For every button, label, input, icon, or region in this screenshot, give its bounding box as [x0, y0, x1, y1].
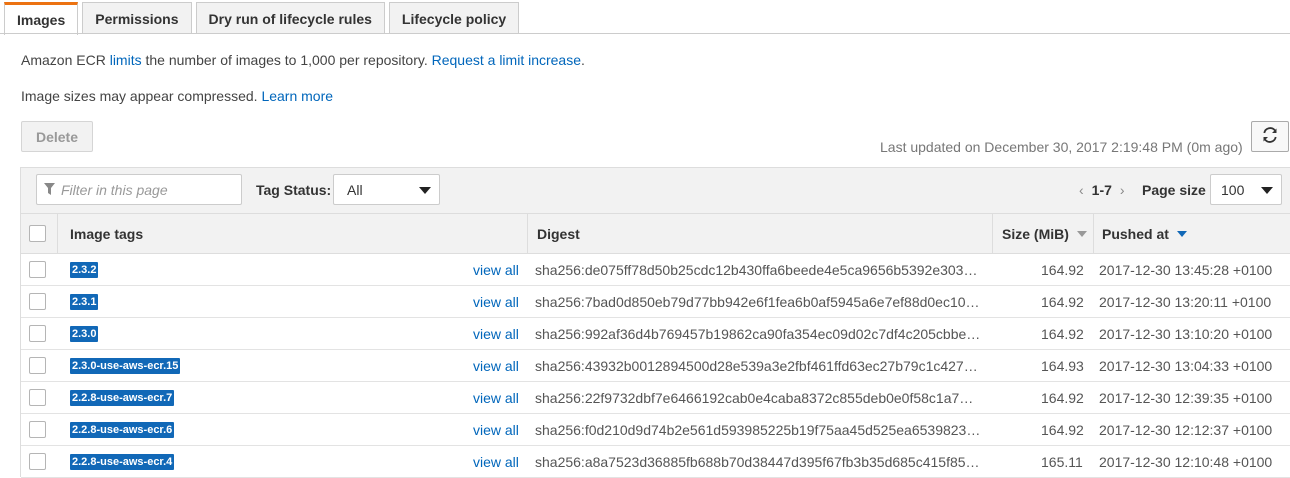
last-updated-text: Last updated on December 30, 2017 2:19:4…	[880, 139, 1243, 155]
compression-info: Image sizes may appear compressed. Learn…	[21, 88, 333, 104]
sort-caret-icon	[1176, 231, 1187, 237]
view-all-tags-link[interactable]: view all	[473, 422, 519, 438]
image-size: 164.92	[1041, 390, 1084, 406]
pager-range: 1-7	[1091, 182, 1112, 198]
chevron-down-icon	[419, 187, 431, 194]
row-checkbox[interactable]	[29, 421, 46, 438]
pager: ‹ 1-7 ›	[1079, 182, 1125, 198]
tag-status-value: All	[347, 182, 363, 198]
table-row: 2.2.8-use-aws-ecr.6 view all sha256:f0d2…	[21, 414, 1290, 446]
view-all-tags-link[interactable]: view all	[473, 294, 519, 310]
limits-info-mid: the number of images to 1,000 per reposi…	[141, 52, 432, 68]
table-row: 2.3.1 view all sha256:7bad0d850eb79d77bb…	[21, 286, 1290, 318]
image-digest: sha256:a8a7523d36885fb688b70d38447d395f6…	[535, 454, 980, 470]
column-header-image-tags[interactable]: Image tags	[70, 214, 143, 254]
image-pushed-at: 2017-12-30 13:04:33 +0100	[1099, 358, 1273, 374]
request-limit-increase-link[interactable]: Request a limit increase	[432, 52, 581, 68]
limits-info-prefix: Amazon ECR	[21, 52, 110, 68]
tag-status-select[interactable]: All	[333, 174, 440, 205]
image-size: 164.92	[1041, 422, 1084, 438]
tab-bar: Images Permissions Dry run of lifecycle …	[4, 2, 523, 35]
column-header-pushed-at-label: Pushed at	[1102, 226, 1169, 242]
image-pushed-at: 2017-12-30 12:39:35 +0100	[1099, 390, 1273, 406]
filter-input[interactable]	[59, 175, 239, 204]
column-divider	[57, 214, 58, 254]
table-row: 2.2.8-use-aws-ecr.7 view all sha256:22f9…	[21, 382, 1290, 414]
view-all-tags-link[interactable]: view all	[473, 454, 519, 470]
limits-info: Amazon ECR limits the number of images t…	[21, 52, 585, 68]
image-size: 165.11	[1041, 454, 1083, 470]
image-digest: sha256:22f9732dbf7e6466192cab0e4caba8372…	[535, 390, 981, 406]
table-header: Image tags Digest Size (MiB) Pushed at	[21, 213, 1290, 254]
tab-lifecycle-policy[interactable]: Lifecycle policy	[388, 2, 520, 34]
image-size: 164.92	[1041, 262, 1084, 278]
image-size: 164.92	[1041, 294, 1084, 310]
tab-dry-run-lifecycle-rules[interactable]: Dry run of lifecycle rules	[195, 2, 385, 34]
image-tag-badge[interactable]: 2.2.8-use-aws-ecr.7	[70, 390, 175, 406]
tag-status-label: Tag Status:	[256, 182, 332, 198]
table-row: 2.3.0 view all sha256:992af36d4b769457b1…	[21, 318, 1290, 350]
image-pushed-at: 2017-12-30 12:12:37 +0100	[1099, 422, 1273, 438]
image-tag-badge[interactable]: 2.3.2	[70, 262, 99, 278]
table-toolbar: Tag Status: All ‹ 1-7 › Page size 100	[21, 168, 1290, 213]
image-pushed-at: 2017-12-30 12:10:48 +0100	[1099, 454, 1273, 470]
tab-images[interactable]: Images	[4, 2, 79, 35]
column-divider	[1093, 214, 1094, 254]
image-size: 164.93	[1041, 358, 1084, 374]
page-size-label: Page size	[1142, 182, 1206, 198]
limits-info-suffix: .	[581, 52, 585, 68]
learn-more-link[interactable]: Learn more	[261, 88, 333, 104]
tab-permissions[interactable]: Permissions	[82, 2, 192, 34]
image-digest: sha256:7bad0d850eb79d77bb942e6f1fea6b0af…	[535, 294, 980, 310]
table-row: 2.3.0-use-aws-ecr.15 view all sha256:439…	[21, 350, 1290, 382]
image-pushed-at: 2017-12-30 13:20:11 +0100	[1099, 294, 1272, 310]
column-divider	[992, 214, 993, 254]
refresh-button[interactable]	[1251, 121, 1289, 152]
image-digest: sha256:43932b0012894500d28e539a3e2fbf461…	[535, 358, 978, 374]
image-digest: sha256:f0d210d9d74b2e561d593985225b19f75…	[535, 422, 981, 438]
sort-caret-icon	[1076, 231, 1087, 237]
limits-link[interactable]: limits	[110, 52, 142, 68]
pager-prev-icon[interactable]: ‹	[1079, 182, 1084, 198]
page-size-value: 100	[1221, 182, 1245, 198]
row-checkbox[interactable]	[29, 389, 46, 406]
view-all-tags-link[interactable]: view all	[473, 358, 519, 374]
compression-info-text: Image sizes may appear compressed.	[21, 88, 262, 104]
image-pushed-at: 2017-12-30 13:10:20 +0100	[1099, 326, 1273, 342]
select-all-checkbox[interactable]	[29, 225, 46, 242]
image-tag-badge[interactable]: 2.3.1	[70, 294, 99, 310]
pager-next-icon[interactable]: ›	[1120, 182, 1125, 198]
image-pushed-at: 2017-12-30 13:45:28 +0100	[1099, 262, 1273, 278]
column-divider	[527, 214, 528, 254]
view-all-tags-link[interactable]: view all	[473, 326, 519, 342]
delete-button[interactable]: Delete	[21, 121, 93, 152]
image-tag-badge[interactable]: 2.3.0	[70, 326, 99, 342]
image-digest: sha256:992af36d4b769457b19862ca90fa354ec…	[535, 326, 981, 342]
column-header-pushed-at[interactable]: Pushed at	[1102, 214, 1187, 254]
image-tag-badge[interactable]: 2.2.8-use-aws-ecr.4	[70, 454, 175, 470]
image-size: 164.92	[1041, 326, 1084, 342]
column-header-size[interactable]: Size (MiB)	[1002, 214, 1087, 254]
view-all-tags-link[interactable]: view all	[473, 262, 519, 278]
page-size-select[interactable]: 100	[1210, 174, 1282, 205]
row-checkbox[interactable]	[29, 453, 46, 470]
image-digest: sha256:de075ff78d50b25cdc12b430ffa6beede…	[535, 262, 978, 278]
image-tag-badge[interactable]: 2.2.8-use-aws-ecr.6	[70, 422, 175, 438]
column-header-digest[interactable]: Digest	[537, 214, 580, 254]
row-checkbox[interactable]	[29, 357, 46, 374]
view-all-tags-link[interactable]: view all	[473, 390, 519, 406]
filter-funnel-icon	[44, 183, 55, 199]
images-table: Tag Status: All ‹ 1-7 › Page size 100 Im…	[20, 167, 1290, 478]
filter-box[interactable]	[36, 174, 242, 205]
refresh-icon	[1262, 127, 1278, 146]
row-checkbox[interactable]	[29, 293, 46, 310]
image-tag-badge[interactable]: 2.3.0-use-aws-ecr.15	[70, 358, 181, 374]
row-checkbox[interactable]	[29, 261, 46, 278]
chevron-down-icon	[1261, 187, 1273, 194]
table-row: 2.3.2 view all sha256:de075ff78d50b25cdc…	[21, 254, 1290, 286]
column-header-size-label: Size (MiB)	[1002, 226, 1069, 242]
table-row: 2.2.8-use-aws-ecr.4 view all sha256:a8a7…	[21, 446, 1290, 478]
row-checkbox[interactable]	[29, 325, 46, 342]
tab-divider	[0, 33, 1290, 34]
